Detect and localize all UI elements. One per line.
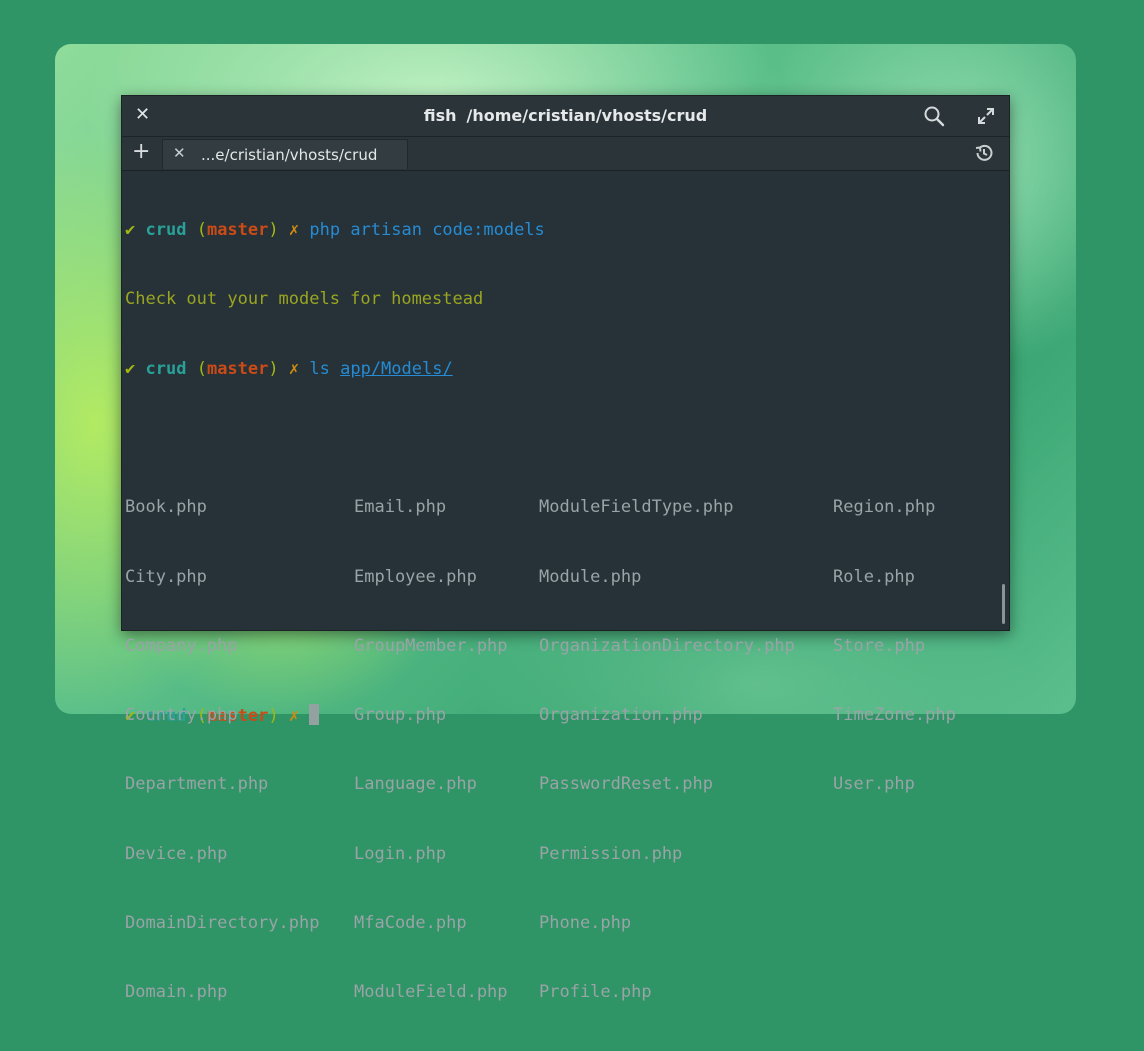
file-item: Phone.php bbox=[539, 913, 632, 933]
file-item: Permission.php bbox=[539, 843, 683, 864]
terminal-output[interactable]: ✔ crud (master) ✗ php artisan code:model… bbox=[122, 170, 1009, 1002]
file-listing: Book.php City.php Company.php Country.ph… bbox=[125, 450, 1009, 1002]
file-item: Module.php bbox=[539, 566, 642, 587]
file-item: PasswordReset.php bbox=[539, 774, 713, 795]
file-item: User.php bbox=[833, 774, 915, 795]
plus-icon[interactable]: + bbox=[132, 139, 150, 164]
tab-label: ...e/cristian/vhosts/crud bbox=[201, 146, 378, 164]
listing-col-4: Region.php Role.php Store.php TimeZone.p… bbox=[833, 450, 956, 843]
file-item: GroupMember.php bbox=[354, 635, 508, 656]
history-icon[interactable] bbox=[973, 142, 995, 164]
prompt-branch: master bbox=[206, 220, 269, 241]
file-item: TimeZone.php bbox=[833, 705, 956, 726]
file-item: Company.php bbox=[125, 635, 238, 656]
command-1: php artisan code:models bbox=[309, 220, 545, 241]
prompt-dirty: ✗ bbox=[288, 220, 300, 241]
title-path: /home/cristian/vhosts/crud bbox=[466, 106, 708, 125]
file-item: Role.php bbox=[833, 566, 915, 587]
file-item: Login.php bbox=[354, 843, 447, 864]
prompt-close-paren: ) bbox=[268, 220, 279, 241]
file-item: City.php bbox=[125, 566, 207, 587]
prompt-close-paren: ) bbox=[268, 358, 279, 379]
file-item: Book.php bbox=[125, 497, 207, 518]
listing-col-2: Email.php Employee.php GroupMember.php G… bbox=[354, 450, 508, 1050]
file-item: Region.php bbox=[833, 497, 936, 518]
maximize-icon[interactable] bbox=[975, 105, 997, 127]
prompt-open-paren: ( bbox=[196, 358, 207, 379]
terminal-window: ✕ fish/home/cristian/vhosts/crud + ✕ ...… bbox=[121, 95, 1010, 1002]
output-line: Check out your models for homestead bbox=[125, 289, 484, 310]
prompt-dir: crud bbox=[145, 220, 187, 241]
file-item: Store.php bbox=[833, 635, 926, 656]
file-item: Group.php bbox=[354, 705, 447, 726]
prompt-check: ✔ bbox=[125, 220, 136, 241]
prompt-dir: crud bbox=[145, 358, 187, 379]
file-item: MfaCode.php bbox=[354, 913, 467, 933]
tab-bar: + ✕ ...e/cristian/vhosts/crud bbox=[122, 137, 1009, 171]
prompt-dirty: ✗ bbox=[288, 358, 300, 379]
file-item: Department.php bbox=[125, 774, 269, 795]
file-item: Device.php bbox=[125, 843, 228, 864]
listing-col-1: Book.php City.php Company.php Country.ph… bbox=[125, 450, 319, 1050]
prompt-open-paren: ( bbox=[196, 220, 207, 241]
file-item: Language.php bbox=[354, 774, 477, 795]
file-item: OrganizationDirectory.php bbox=[539, 635, 795, 656]
listing-col-3: ModuleFieldType.php Module.php Organizat… bbox=[539, 450, 795, 1050]
prompt-branch: master bbox=[206, 358, 269, 379]
file-item: Email.php bbox=[354, 497, 447, 518]
command-2: ls bbox=[309, 358, 330, 379]
file-item: ModuleField.php bbox=[354, 982, 508, 1003]
file-item: DomainDirectory.php bbox=[125, 913, 320, 933]
file-item: Employee.php bbox=[354, 566, 477, 587]
prompt-line-2: ✔ crud (master) ✗ ls app/Models/ bbox=[125, 358, 1009, 381]
file-item: Profile.php bbox=[539, 982, 652, 1003]
file-item: Domain.php bbox=[125, 982, 228, 1003]
file-item: Organization.php bbox=[539, 705, 703, 726]
file-item: ModuleFieldType.php bbox=[539, 497, 734, 518]
tab-close-icon[interactable]: ✕ bbox=[173, 144, 186, 162]
window-title: fish/home/cristian/vhosts/crud bbox=[122, 106, 1009, 125]
tab-crud[interactable]: ✕ ...e/cristian/vhosts/crud bbox=[162, 139, 408, 169]
title-app: fish bbox=[423, 106, 457, 125]
title-bar: ✕ fish/home/cristian/vhosts/crud bbox=[122, 96, 1009, 137]
command-2-path-link[interactable]: app/Models/ bbox=[340, 359, 453, 379]
search-icon[interactable] bbox=[923, 105, 945, 127]
prompt-line-1: ✔ crud (master) ✗ php artisan code:model… bbox=[125, 219, 1009, 242]
scrollbar[interactable] bbox=[1002, 584, 1005, 624]
file-item: Country.php bbox=[125, 705, 238, 726]
prompt-check: ✔ bbox=[125, 358, 136, 379]
